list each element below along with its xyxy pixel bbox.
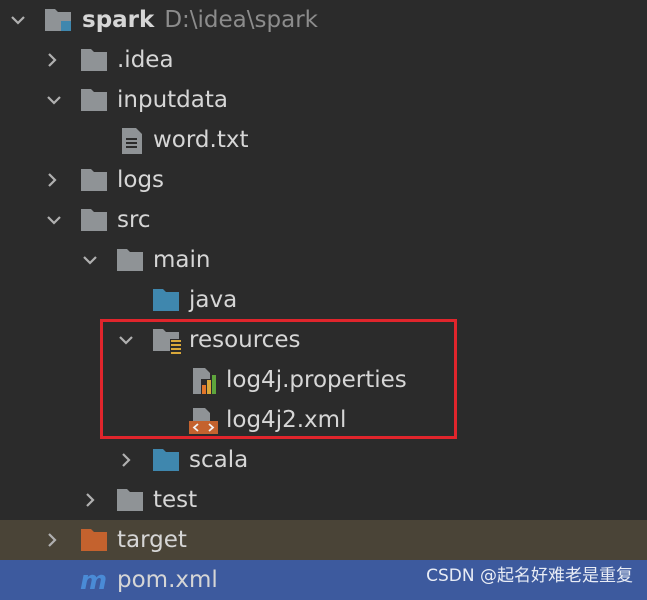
chevron-right-icon[interactable]	[42, 170, 62, 190]
folder-icon	[80, 167, 110, 193]
text-file-icon	[118, 127, 148, 154]
tree-label: .idea	[117, 47, 174, 73]
folder-icon	[80, 47, 110, 73]
chevron-down-icon[interactable]	[80, 250, 100, 270]
tree-label: word.txt	[153, 127, 249, 153]
maven-icon: m	[80, 566, 110, 596]
tree-node-idea[interactable]: .idea	[0, 40, 647, 80]
chevron-down-icon[interactable]	[44, 90, 64, 110]
tree-node-src[interactable]: src	[0, 200, 647, 240]
tree-node-main[interactable]: main	[0, 240, 647, 280]
tree-label: java	[189, 287, 238, 313]
folder-icon	[80, 87, 110, 113]
tree-label: src	[117, 207, 151, 233]
tree-label: target	[117, 527, 187, 553]
project-tree: spark D:\idea\spark .idea inputdata word…	[0, 0, 647, 600]
folder-icon	[80, 207, 110, 233]
tree-label: pom.xml	[117, 567, 218, 593]
tree-node-target[interactable]: target	[0, 520, 647, 560]
chevron-right-icon[interactable]	[116, 450, 136, 470]
excluded-folder-icon	[80, 527, 110, 553]
source-folder-icon	[152, 287, 182, 313]
folder-icon	[116, 247, 146, 273]
tree-label: logs	[117, 167, 165, 193]
tree-node-scala[interactable]: scala	[0, 440, 647, 480]
chevron-right-icon[interactable]	[42, 50, 62, 70]
watermark: CSDN @起名好难老是重复	[426, 566, 633, 586]
highlight-box	[100, 319, 457, 439]
tree-node-inputdata[interactable]: inputdata	[0, 80, 647, 120]
tree-node-java[interactable]: java	[0, 280, 647, 320]
chevron-right-icon[interactable]	[80, 490, 100, 510]
project-path: D:\idea\spark	[164, 7, 318, 33]
svg-text:m: m	[80, 566, 107, 594]
tree-node-word-txt[interactable]: word.txt	[0, 120, 647, 160]
module-folder-icon	[44, 7, 74, 33]
chevron-right-icon[interactable]	[42, 530, 62, 550]
source-folder-icon	[152, 447, 182, 473]
tree-node-spark[interactable]: spark D:\idea\spark	[0, 0, 647, 40]
tree-label: inputdata	[117, 87, 228, 113]
tree-label: test	[153, 487, 198, 513]
folder-icon	[116, 487, 146, 513]
tree-node-test[interactable]: test	[0, 480, 647, 520]
project-name-text: spark	[82, 7, 155, 33]
project-name: spark D:\idea\spark	[82, 0, 318, 40]
chevron-down-icon[interactable]	[8, 10, 28, 30]
tree-node-logs[interactable]: logs	[0, 160, 647, 200]
tree-label: scala	[189, 447, 249, 473]
chevron-down-icon[interactable]	[44, 210, 64, 230]
tree-label: main	[153, 247, 211, 273]
